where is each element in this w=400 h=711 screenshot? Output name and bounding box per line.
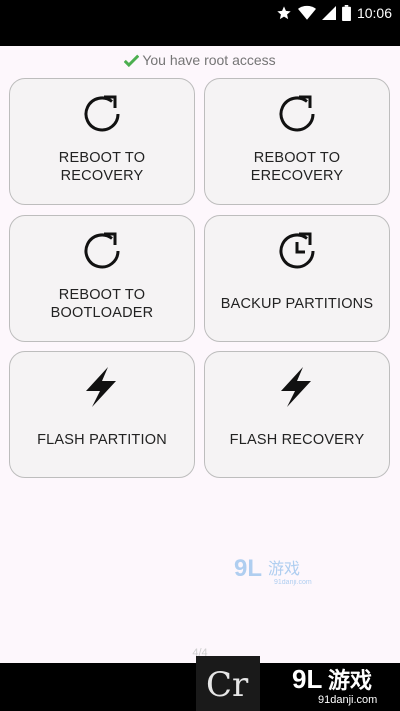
clock-time: 10:06: [356, 5, 392, 21]
tile-label: REBOOT TO ERECOVERY: [250, 150, 344, 184]
refresh-icon: [77, 89, 127, 139]
root-access-status: You have root access: [0, 50, 400, 70]
lightning-icon: [77, 362, 127, 412]
svg-text:91danji.com: 91danji.com: [318, 694, 377, 706]
watermark-logo: 9L 游戏 91danji.com: [232, 552, 332, 588]
tile-label: BACKUP PARTITIONS: [220, 296, 374, 312]
svg-text:9L: 9L: [292, 664, 322, 694]
lightning-icon: [272, 362, 322, 412]
checkmark-icon: [124, 54, 140, 67]
svg-text:游戏: 游戏: [328, 668, 372, 694]
tile-label: REBOOT TO RECOVERY: [58, 150, 146, 184]
tile-label: REBOOT TO BOOTLOADER: [50, 287, 154, 321]
svg-text:9L: 9L: [234, 555, 262, 582]
refresh-icon: [77, 226, 127, 276]
svg-text:游戏: 游戏: [268, 559, 300, 578]
reboot-erecovery-button[interactable]: REBOOT TO ERECOVERY: [204, 78, 390, 205]
refresh-icon: [272, 89, 322, 139]
svg-text:Cr: Cr: [206, 665, 249, 705]
backup-partitions-button[interactable]: BACKUP PARTITIONS: [204, 215, 390, 342]
flash-partition-button[interactable]: FLASH PARTITION: [9, 351, 195, 478]
status-bar: 10:06: [0, 0, 400, 46]
star-icon: [276, 5, 292, 21]
root-status-text: You have root access: [142, 52, 276, 68]
site-logo-icon: Cr: [196, 656, 260, 711]
reboot-recovery-button[interactable]: REBOOT TO RECOVERY: [9, 78, 195, 205]
clock-icon: [272, 226, 322, 276]
svg-text:91danji.com: 91danji.com: [274, 579, 312, 586]
battery-icon: [342, 5, 351, 21]
tile-label: FLASH RECOVERY: [229, 432, 365, 448]
tile-label: FLASH PARTITION: [37, 432, 167, 448]
signal-icon: [321, 5, 336, 21]
reboot-bootloader-button[interactable]: REBOOT TO BOOTLOADER: [9, 215, 195, 342]
brand-watermark: 9L 游戏 91danji.com: [290, 664, 395, 706]
wifi-icon: [297, 5, 316, 21]
flash-recovery-button[interactable]: FLASH RECOVERY: [204, 351, 390, 478]
